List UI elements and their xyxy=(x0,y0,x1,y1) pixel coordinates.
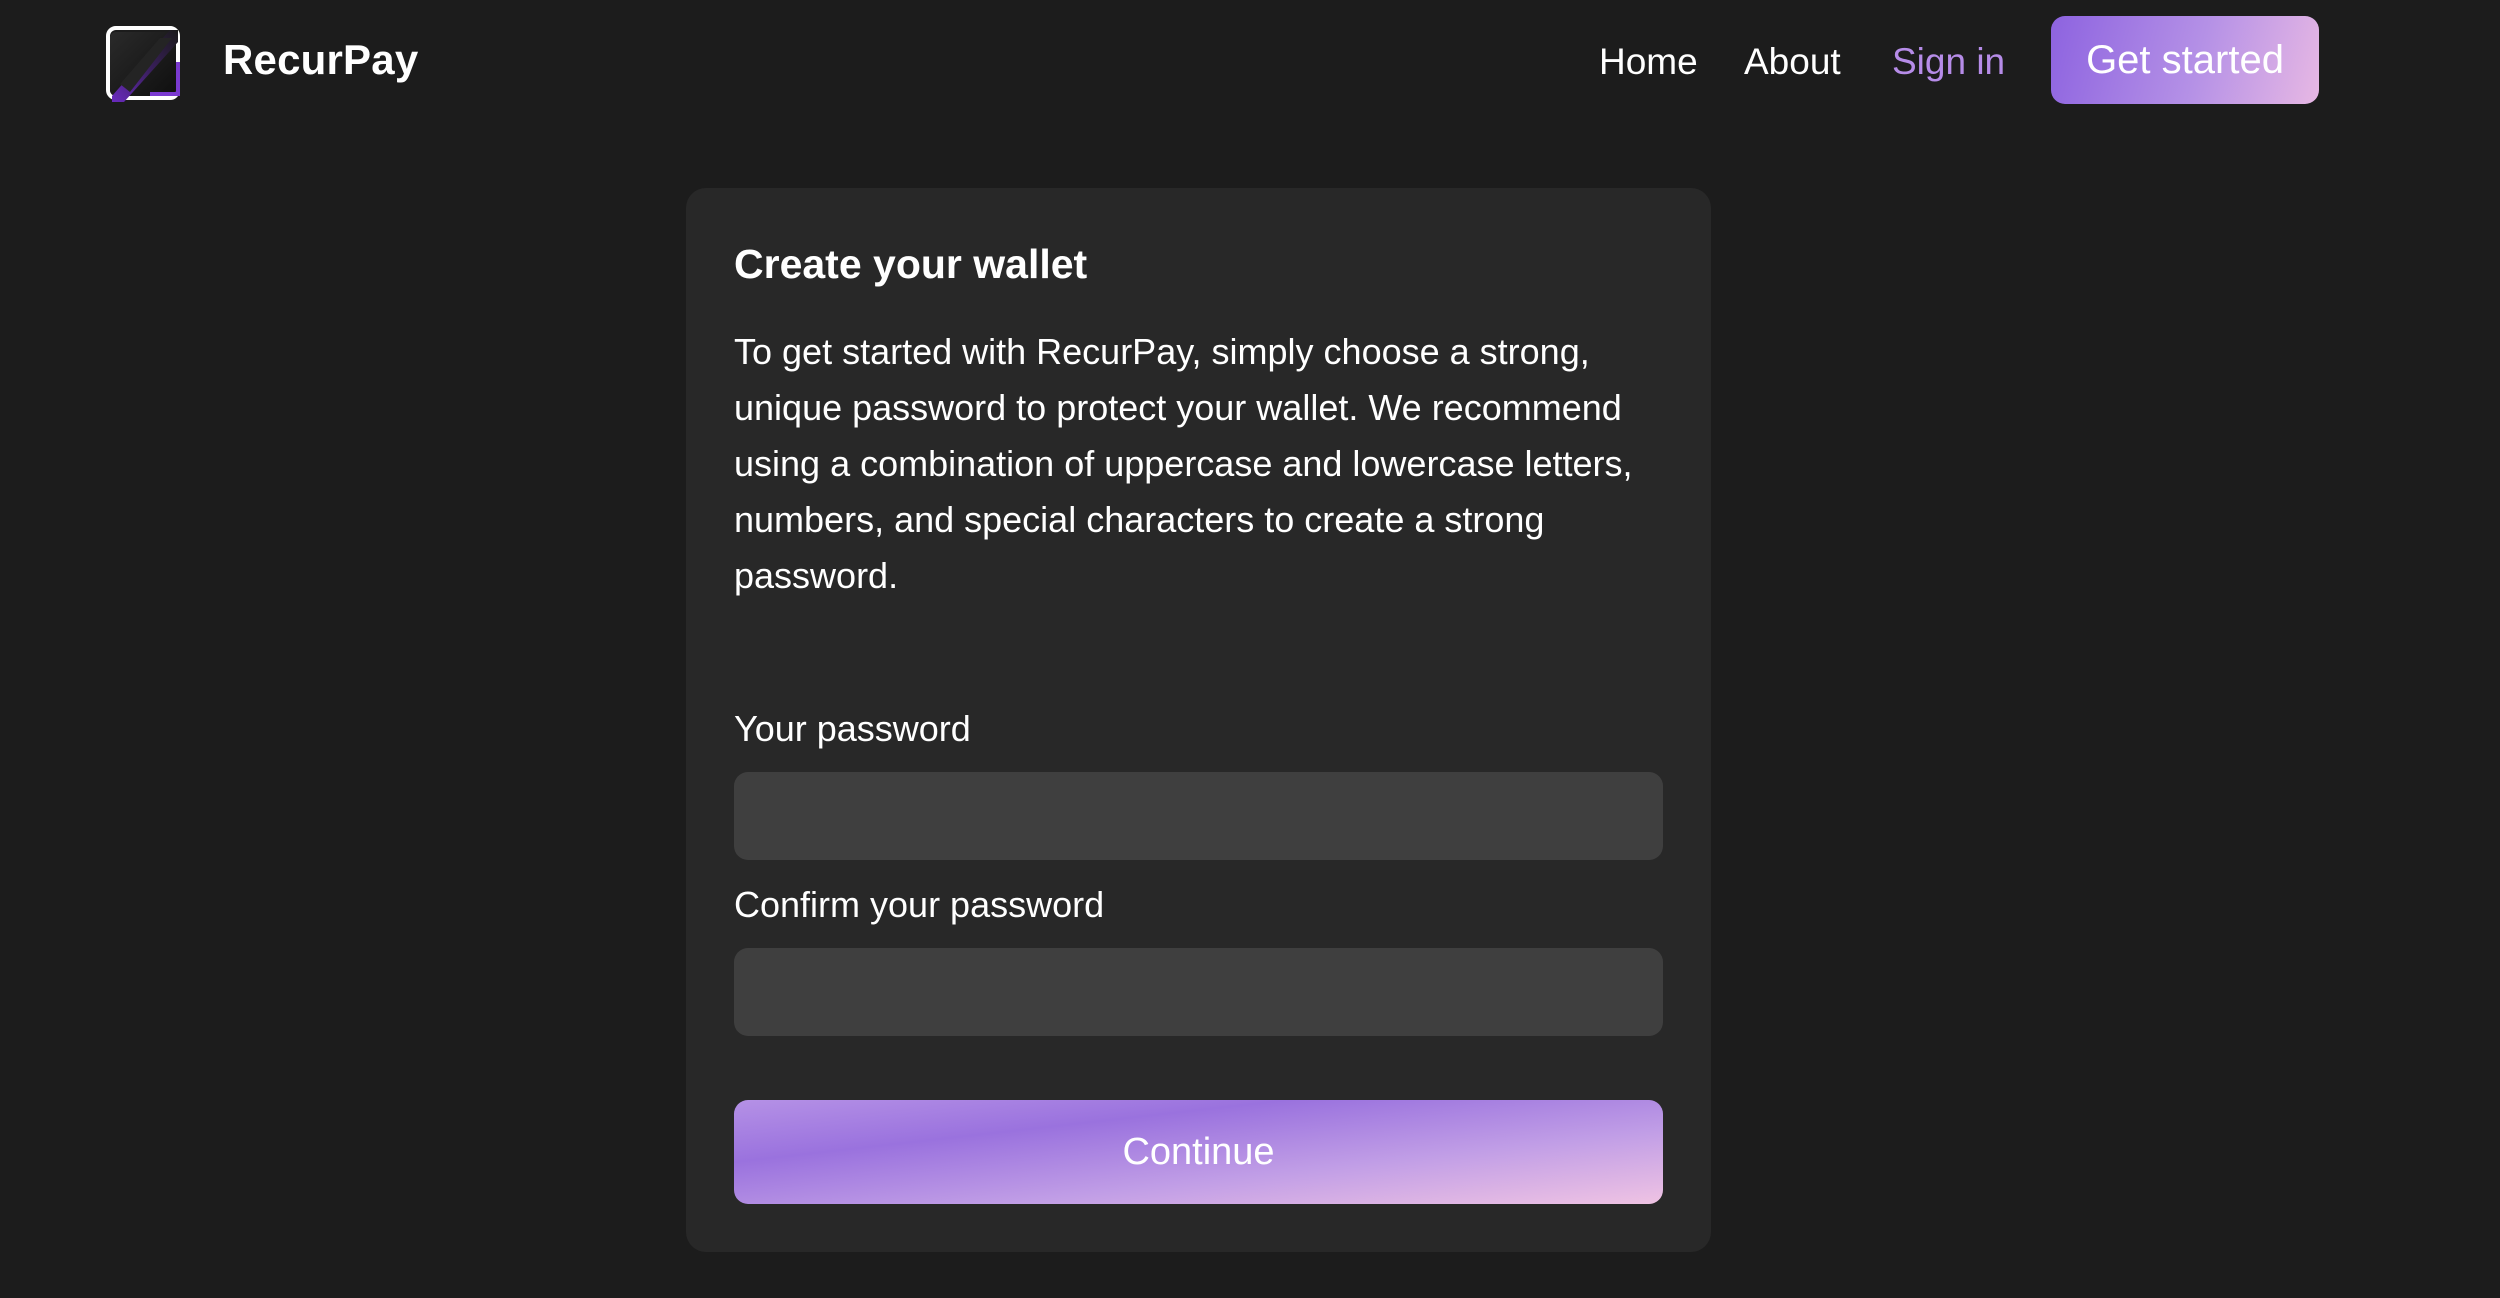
nav-sign-in-link[interactable]: Sign in xyxy=(1892,38,2005,86)
nav-home-link[interactable]: Home xyxy=(1599,38,1698,86)
nav-about-link[interactable]: About xyxy=(1744,38,1841,86)
brand-name[interactable]: RecurPay xyxy=(223,32,418,88)
get-started-button[interactable]: Get started xyxy=(2051,16,2319,104)
wallet-logo-icon[interactable] xyxy=(106,22,182,106)
continue-button[interactable]: Continue xyxy=(734,1100,1663,1204)
page: RecurPay Home About Sign in Get started … xyxy=(0,0,2500,1298)
card-title: Create your wallet xyxy=(734,241,1088,287)
confirm-password-label: Confirm your password xyxy=(734,884,1105,925)
confirm-password-input[interactable] xyxy=(734,948,1663,1036)
password-label: Your password xyxy=(734,708,971,749)
card-description: To get started with RecurPay, simply cho… xyxy=(734,331,1633,596)
password-input[interactable] xyxy=(734,772,1663,860)
create-wallet-card: Create your wallet To get started with R… xyxy=(686,188,1711,1252)
